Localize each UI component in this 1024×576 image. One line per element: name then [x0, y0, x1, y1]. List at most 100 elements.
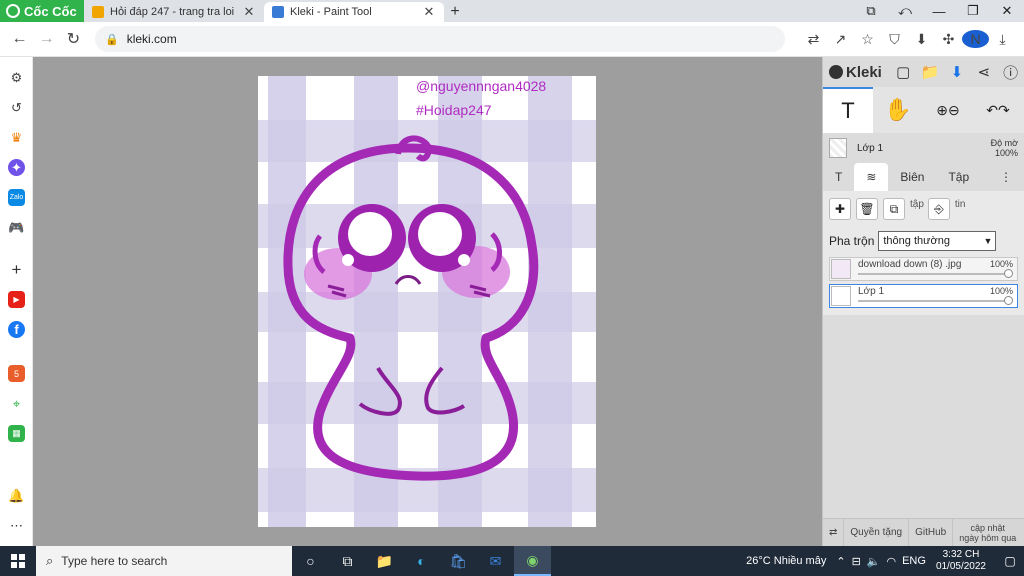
- cortana-icon[interactable]: ○: [292, 546, 329, 576]
- opacity-slider[interactable]: [858, 273, 1009, 275]
- canvas-area[interactable]: @nguyennngan4028 #Hoidap247: [33, 57, 822, 546]
- share-icon[interactable]: ↗: [827, 31, 854, 48]
- translate-icon[interactable]: ⇄: [800, 31, 827, 48]
- shield-icon[interactable]: ⛉: [881, 31, 908, 48]
- hand-tool-button[interactable]: ✋: [873, 87, 923, 133]
- start-button[interactable]: [0, 546, 36, 576]
- app-icon[interactable]: 5: [8, 365, 25, 382]
- youtube-icon[interactable]: ▶: [8, 291, 25, 308]
- task-view-icon[interactable]: ⧉: [329, 546, 366, 576]
- maximize-button[interactable]: ❐: [956, 3, 990, 19]
- network-icon[interactable]: ⊟: [852, 555, 861, 568]
- slider-knob[interactable]: [1004, 269, 1013, 278]
- slider-knob[interactable]: [1004, 296, 1013, 305]
- tab-hoidap247[interactable]: Hỏi đáp 247 - trang tra loi ✕: [84, 2, 264, 22]
- tab-search-icon[interactable]: ⧉: [854, 3, 888, 19]
- new-file-icon[interactable]: ▢: [890, 63, 917, 81]
- clock[interactable]: 3:32 CH 01/05/2022: [936, 549, 986, 573]
- close-window-button[interactable]: ✕: [990, 3, 1024, 19]
- file-explorer-icon[interactable]: 📁: [366, 546, 403, 576]
- forward-button[interactable]: →: [33, 30, 60, 48]
- add-layer-button[interactable]: ✚: [829, 198, 851, 220]
- undo-redo-button[interactable]: ↶↷: [973, 87, 1023, 133]
- browser-toolbar: ⇄ ↗ ☆ ⛉ ⬇ ✣ N ⤓: [800, 30, 1024, 48]
- language-indicator[interactable]: ENG: [902, 555, 926, 567]
- browser-brand[interactable]: Cốc Cốc: [0, 0, 84, 22]
- save-download-icon[interactable]: ⬇: [944, 63, 971, 81]
- layer-name: download down (8) .jpg: [858, 259, 962, 270]
- share-icon[interactable]: ⋖: [970, 63, 997, 81]
- close-tab-icon[interactable]: ✕: [242, 4, 256, 20]
- tab-layers[interactable]: ≋: [854, 163, 889, 191]
- kleki-toolbar: T ✋ ⊕⊖ ↶↷: [823, 87, 1024, 133]
- messenger-icon[interactable]: ✦: [8, 159, 25, 176]
- weather-widget[interactable]: 26°C Nhiều mây: [746, 555, 826, 567]
- download-icon[interactable]: ⬇: [908, 31, 935, 48]
- tab-file[interactable]: Tập: [936, 163, 981, 191]
- volume-icon[interactable]: 🔈: [867, 555, 881, 568]
- edge-icon[interactable]: ◐: [403, 546, 440, 576]
- layer-item[interactable]: Lớp 1 100%: [829, 284, 1018, 308]
- crown-icon[interactable]: ♛: [8, 129, 25, 146]
- blend-mode-row: Pha trộn thông thường ▼: [823, 227, 1024, 255]
- more-icon[interactable]: ⋯: [8, 517, 25, 534]
- chevron-up-icon[interactable]: ⌃: [836, 555, 845, 568]
- store-icon[interactable]: 🛍: [440, 546, 477, 576]
- updated-line-1: cập nhật: [970, 522, 1006, 533]
- opacity-value: 100%: [994, 148, 1018, 158]
- blend-mode-select[interactable]: thông thường ▼: [878, 231, 997, 251]
- duplicate-layer-button[interactable]: ⧉: [883, 198, 905, 220]
- notification-icon[interactable]: ▢: [996, 554, 1024, 568]
- kleki-footer: ⇄ Quyền tặng GitHub cập nhật ngày hôm qu…: [823, 518, 1024, 547]
- gear-icon[interactable]: ⚙: [8, 69, 25, 86]
- add-icon[interactable]: +: [8, 260, 25, 279]
- help-icon[interactable]: ⓘ: [997, 62, 1024, 83]
- github-link[interactable]: GitHub: [909, 518, 954, 547]
- new-tab-button[interactable]: +: [444, 2, 466, 22]
- donate-link[interactable]: Quyền tặng: [844, 518, 910, 547]
- close-tab-icon[interactable]: ✕: [422, 4, 436, 20]
- tab-edit[interactable]: Biên: [888, 163, 936, 191]
- wifi-icon[interactable]: ◠: [886, 555, 896, 568]
- facebook-icon[interactable]: f: [8, 321, 25, 338]
- sheet-icon[interactable]: ▦: [8, 425, 25, 442]
- map-icon[interactable]: ⌖: [8, 395, 25, 412]
- opacity-slider[interactable]: [858, 300, 1009, 302]
- lock-icon: 🔒: [105, 33, 119, 46]
- back-button[interactable]: ←: [6, 30, 33, 48]
- taskbar-search-input[interactable]: ⌕ Type here to search: [36, 546, 292, 576]
- delete-layer-button[interactable]: 🗑: [856, 198, 878, 220]
- layer-list: download down (8) .jpg 100% Lớp 1 100%: [823, 255, 1024, 315]
- bookmark-star-icon[interactable]: ☆: [854, 31, 881, 48]
- zalo-icon[interactable]: Zalo: [8, 189, 25, 206]
- extensions-icon[interactable]: ✣: [935, 31, 962, 48]
- more-menu-icon[interactable]: ⋮: [988, 163, 1024, 191]
- coccoc-taskbar-icon[interactable]: ◉: [514, 546, 551, 576]
- zoom-button[interactable]: ⊕⊖: [923, 87, 973, 133]
- bell-icon[interactable]: 🔔: [8, 487, 25, 504]
- kleki-header: Kleki ▢ 📁 ⬇ ⋖ ⓘ: [823, 57, 1024, 87]
- profile-avatar[interactable]: N: [962, 30, 989, 48]
- minimize-button[interactable]: —: [922, 4, 956, 19]
- open-folder-icon[interactable]: 📁: [917, 63, 944, 81]
- tab-kleki[interactable]: Kleki - Paint Tool ✕: [264, 2, 444, 22]
- address-bar-row: ← → ↻ 🔒 kleki.com ⇄ ↗ ☆ ⛉ ⬇ ✣ N ⤓: [0, 22, 1024, 57]
- download-tray-icon[interactable]: ⤓: [989, 31, 1016, 48]
- game-icon[interactable]: 🎮: [8, 219, 25, 236]
- url-input[interactable]: 🔒 kleki.com: [95, 26, 785, 52]
- layer-thumbnail: [829, 138, 847, 158]
- swap-icon[interactable]: ⇄: [823, 518, 845, 547]
- text-tool-button[interactable]: T: [823, 87, 873, 133]
- tab-text-tool[interactable]: T: [823, 163, 854, 191]
- window-controls: ⧉ ⤺ — ❐ ✕: [854, 0, 1024, 22]
- kleki-logo[interactable]: Kleki: [829, 64, 882, 81]
- tab-title: Hỏi đáp 247 - trang tra loi: [110, 6, 235, 18]
- merge-label: tập: [910, 198, 924, 210]
- reload-button[interactable]: ↻: [60, 29, 87, 49]
- mail-icon[interactable]: ✉: [477, 546, 514, 576]
- history-icon[interactable]: ↺: [8, 99, 25, 116]
- layer-item[interactable]: download down (8) .jpg 100%: [829, 257, 1018, 281]
- restore-tabs-icon[interactable]: ⤺: [888, 3, 922, 19]
- rename-layer-button[interactable]: ⎆: [927, 198, 950, 220]
- drawing-canvas[interactable]: @nguyennngan4028 #Hoidap247: [258, 76, 596, 527]
